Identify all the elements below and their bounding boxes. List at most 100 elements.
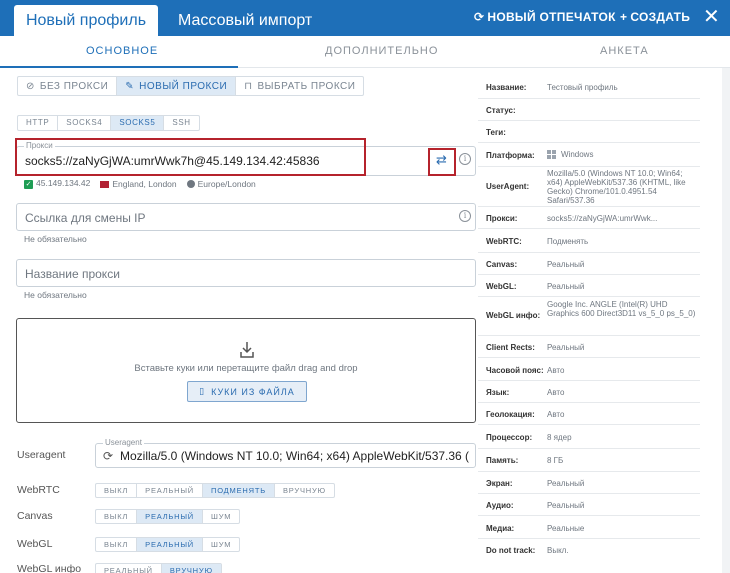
- select-proxy-label: ВЫБРАТЬ ПРОКСИ: [257, 80, 356, 92]
- info-icon[interactable]: i: [459, 153, 471, 165]
- download-icon: [240, 342, 254, 358]
- canvas-option[interactable]: ШУМ: [203, 510, 239, 523]
- summary-value: Google Inc. ANGLE (Intel(R) UHD Graphics…: [547, 300, 696, 318]
- summary-key: Процессор:: [486, 433, 533, 442]
- summary-value: Реальный: [547, 343, 585, 352]
- summary-value-platform: Windows: [547, 143, 700, 166]
- useragent-legend: Useragent: [103, 438, 144, 448]
- summary-value: Реальный: [547, 282, 585, 291]
- webrtc-option[interactable]: РЕАЛЬНЫЙ: [137, 484, 204, 497]
- summary-value: socks5://zaNyGjWA:umrWwk...: [547, 214, 658, 223]
- summary-row: Часовой пояс: Авто: [478, 358, 700, 381]
- canvas-label: Canvas: [17, 510, 53, 522]
- change-ip-field[interactable]: Ссылка для смены IP: [16, 203, 476, 231]
- section-tabs: ОСНОВНОЕ ДОПОЛНИТЕЛЬНО АНКЕТА: [0, 36, 730, 68]
- summary-key: Язык:: [486, 388, 510, 397]
- no-proxy-button[interactable]: ⊘ БЕЗ ПРОКСИ: [18, 77, 118, 95]
- info-icon[interactable]: i: [459, 210, 471, 222]
- cookies-from-file-button[interactable]: ▯ КУКИ ИЗ ФАЙЛА: [187, 381, 307, 402]
- webgl-info-option[interactable]: РЕАЛЬНЫЙ: [96, 564, 162, 573]
- proxy-name-hint: Не обязательно: [24, 290, 87, 300]
- summary-key: Client Rects:: [486, 343, 535, 352]
- highlight-proxy-input: [15, 138, 366, 176]
- summary-row: Название: Тестовый профиль: [478, 75, 700, 99]
- summary-row: Платформа: Windows: [478, 143, 700, 167]
- proxy-protocol-group: HTTP SOCKS4 SOCKS5 SSH: [17, 115, 200, 131]
- protocol-ssh[interactable]: SSH: [164, 116, 198, 130]
- edit-icon: ✎: [125, 80, 135, 92]
- summary-row: Процессор: 8 ядер: [478, 425, 700, 449]
- webgl-label: WebGL: [17, 538, 53, 550]
- cookies-from-file-label: КУКИ ИЗ ФАЙЛА: [211, 386, 295, 397]
- change-ip-hint: Не обязательно: [24, 234, 87, 244]
- summary-key: Память:: [486, 456, 519, 465]
- webgl-options: ВЫКЛ РЕАЛЬНЫЙ ШУМ: [95, 537, 241, 552]
- cookies-drop-text: Вставьте куки или перетащите файл drag a…: [134, 363, 358, 374]
- summary-value: Авто: [547, 388, 565, 397]
- new-fingerprint-button[interactable]: ⟳ НОВЫЙ ОТПЕЧАТОК: [474, 0, 616, 36]
- bookmark-icon: ⊓: [244, 80, 253, 92]
- summary-value: Тестовый профиль: [547, 83, 618, 92]
- useragent-value: Mozilla/5.0 (Windows NT 10.0; Win64; x64…: [120, 449, 470, 463]
- summary-row: Язык: Авто: [478, 381, 700, 403]
- tab-new-profile[interactable]: Новый профиль: [14, 5, 158, 36]
- swap-icon[interactable]: ⇄: [436, 152, 447, 168]
- useragent-label: Useragent: [17, 449, 66, 461]
- change-ip-placeholder: Ссылка для смены IP: [25, 211, 146, 225]
- create-label: СОЗДАТЬ: [630, 10, 691, 24]
- tab-mass-import[interactable]: Массовый импорт: [178, 5, 312, 36]
- protocol-socks5[interactable]: SOCKS5: [111, 116, 165, 130]
- protocol-socks4[interactable]: SOCKS4: [58, 116, 112, 130]
- summary-key: Прокси:: [486, 214, 518, 223]
- active-tab-underline: [0, 66, 238, 68]
- clock-icon: [186, 180, 195, 189]
- summary-key: Аудио:: [486, 501, 514, 510]
- webrtc-option[interactable]: ВЫКЛ: [96, 484, 138, 497]
- summary-row: UserAgent: Mozilla/5.0 (Windows NT 10.0; …: [478, 167, 700, 207]
- new-proxy-button[interactable]: ✎ НОВЫЙ ПРОКСИ: [117, 77, 237, 95]
- summary-row: Экран: Реальный: [478, 472, 700, 494]
- webgl-option[interactable]: РЕАЛЬНЫЙ: [137, 538, 204, 551]
- webgl-info-options: РЕАЛЬНЫЙ ВРУЧНУЮ: [95, 563, 222, 573]
- refresh-icon: ⟳: [474, 10, 485, 24]
- summary-value: [547, 99, 700, 120]
- tab-questionnaire[interactable]: АНКЕТА: [600, 36, 649, 68]
- summary-row: WebGL: Реальный: [478, 275, 700, 297]
- summary-key: WebRTC:: [486, 237, 522, 246]
- block-icon: ⊘: [26, 80, 35, 92]
- webrtc-option[interactable]: ВРУЧНУЮ: [275, 484, 334, 497]
- proxy-name-field[interactable]: Название прокси: [16, 259, 476, 287]
- create-button[interactable]: + СОЗДАТЬ: [620, 0, 690, 36]
- canvas-option[interactable]: ВЫКЛ: [96, 510, 138, 523]
- summary-value: 8 ядер: [547, 433, 572, 442]
- cookies-textarea[interactable]: Вставьте куки или перетащите файл drag a…: [16, 318, 476, 423]
- protocol-http[interactable]: HTTP: [18, 116, 59, 130]
- canvas-option[interactable]: РЕАЛЬНЫЙ: [137, 510, 204, 523]
- scrollbar[interactable]: [722, 68, 730, 573]
- webgl-option[interactable]: ВЫКЛ: [96, 538, 138, 551]
- summary-row: Память: 8 ГБ: [478, 449, 700, 472]
- summary-key: Платформа:: [486, 151, 535, 160]
- webrtc-option[interactable]: ПОДМЕНЯТЬ: [203, 484, 275, 497]
- tab-main[interactable]: ОСНОВНОЕ: [86, 36, 158, 68]
- refresh-icon[interactable]: ⟳: [103, 449, 113, 463]
- summary-key: Теги:: [486, 128, 506, 137]
- webgl-info-option[interactable]: ВРУЧНУЮ: [161, 564, 221, 573]
- summary-value: Авто: [547, 410, 565, 419]
- summary-row: Прокси: socks5://zaNyGjWA:umrWwk...: [478, 207, 700, 229]
- summary-row: WebGL инфо: Google Inc. ANGLE (Intel(R) U…: [478, 297, 700, 336]
- summary-row: Аудио: Реальный: [478, 494, 700, 516]
- summary-key: Canvas:: [486, 260, 518, 269]
- summary-value: Авто: [547, 366, 565, 375]
- proxy-location: England, London: [112, 178, 177, 189]
- select-proxy-button[interactable]: ⊓ ВЫБРАТЬ ПРОКСИ: [236, 77, 363, 95]
- webgl-option[interactable]: ШУМ: [203, 538, 239, 551]
- webgl-info-label: WebGL инфо: [17, 563, 82, 573]
- summary-key: WebGL:: [486, 282, 517, 291]
- webrtc-options: ВЫКЛ РЕАЛЬНЫЙ ПОДМЕНЯТЬ ВРУЧНУЮ: [95, 483, 335, 498]
- useragent-field[interactable]: Useragent ⟳ Mozilla/5.0 (Windows NT 10.0…: [95, 438, 476, 468]
- no-proxy-label: БЕЗ ПРОКСИ: [39, 80, 109, 92]
- tab-additional[interactable]: ДОПОЛНИТЕЛЬНО: [325, 36, 438, 68]
- canvas-options: ВЫКЛ РЕАЛЬНЫЙ ШУМ: [95, 509, 241, 524]
- close-icon[interactable]: ✕: [703, 0, 720, 36]
